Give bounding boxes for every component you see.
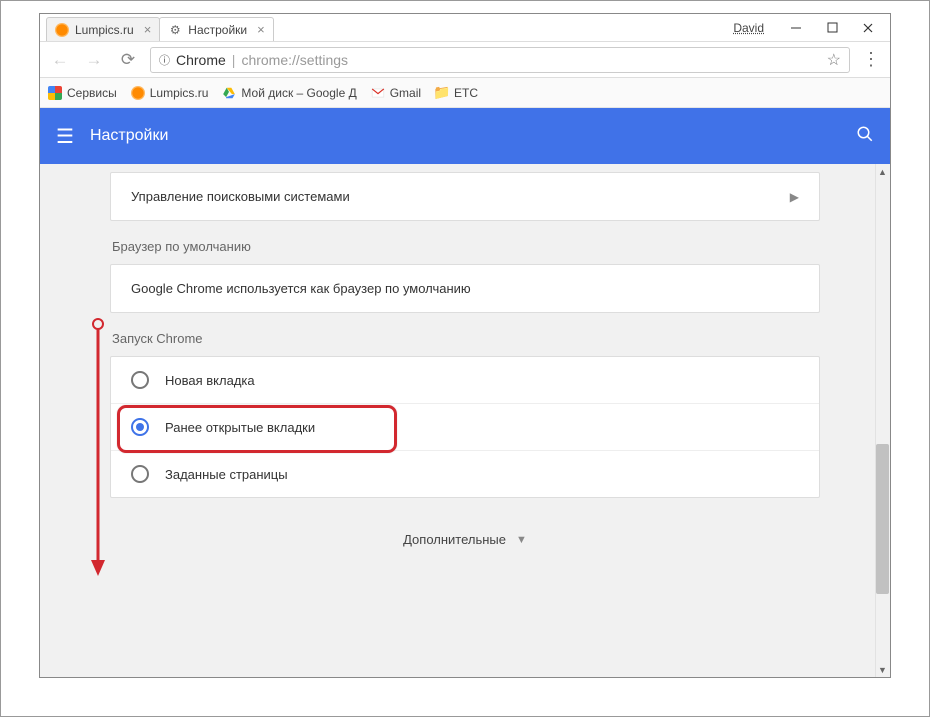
startup-option-continue[interactable]: Ранее открытые вкладки bbox=[111, 403, 819, 450]
tab-strip: Lumpics.ru × ⚙ Настройки × bbox=[40, 14, 273, 41]
site-info-icon[interactable]: ⓘ bbox=[159, 52, 170, 68]
scroll-up-icon[interactable]: ▲ bbox=[875, 164, 890, 179]
advanced-toggle[interactable]: Дополнительные ▼ bbox=[110, 510, 820, 569]
tab-close-icon[interactable]: × bbox=[257, 22, 265, 37]
bookmark-star-icon[interactable]: ☆ bbox=[827, 50, 841, 70]
page-content: ☰ Настройки Управление поисковыми систем… bbox=[40, 108, 890, 677]
drive-icon bbox=[222, 86, 236, 100]
bookmark-drive[interactable]: Мой диск – Google Д bbox=[222, 86, 356, 100]
close-icon bbox=[862, 22, 874, 34]
minimize-icon bbox=[790, 22, 802, 34]
maximize-icon bbox=[827, 22, 838, 33]
reload-button[interactable]: ⟳ bbox=[116, 50, 140, 70]
address-bar[interactable]: ⓘ Chrome | chrome://settings ☆ bbox=[150, 47, 850, 73]
back-button[interactable]: ← bbox=[48, 50, 72, 70]
scrollbar-thumb[interactable] bbox=[876, 444, 889, 594]
profile-label[interactable]: David bbox=[733, 21, 764, 35]
scrollbar[interactable]: ▲ ▼ bbox=[875, 164, 890, 677]
bookmark-etc[interactable]: 📁 ETC bbox=[435, 86, 478, 100]
status-text: Google Chrome используется как браузер п… bbox=[131, 281, 471, 296]
section-default-browser: Браузер по умолчанию bbox=[112, 239, 820, 254]
radio-icon[interactable] bbox=[131, 418, 149, 436]
default-browser-status: Google Chrome используется как браузер п… bbox=[111, 265, 819, 312]
bookmark-label: Сервисы bbox=[67, 86, 117, 100]
tab-settings[interactable]: ⚙ Настройки × bbox=[159, 17, 273, 41]
chevron-right-icon: ▶ bbox=[790, 190, 799, 204]
omnibox-separator: | bbox=[232, 52, 236, 68]
manage-search-engines-row[interactable]: Управление поисковыми системами ▶ bbox=[111, 173, 819, 220]
radio-label: Заданные страницы bbox=[165, 467, 288, 482]
annotation-arrow bbox=[88, 318, 108, 581]
titlebar-right: David bbox=[733, 14, 890, 42]
radio-icon[interactable] bbox=[131, 371, 149, 389]
bookmark-apps[interactable]: Сервисы bbox=[48, 86, 117, 100]
search-icon bbox=[856, 125, 874, 143]
bookmark-label: ETC bbox=[454, 86, 478, 100]
apps-icon bbox=[48, 86, 62, 100]
radio-label: Новая вкладка bbox=[165, 373, 255, 388]
bookmarks-bar: Сервисы Lumpics.ru Мой диск – Google Д G… bbox=[40, 78, 890, 108]
search-engines-card: Управление поисковыми системами ▶ bbox=[110, 172, 820, 221]
settings-body[interactable]: Управление поисковыми системами ▶ Браузе… bbox=[40, 164, 890, 677]
omnibox-origin: Chrome bbox=[176, 52, 226, 68]
advanced-label: Дополнительные bbox=[403, 532, 506, 547]
bookmark-gmail[interactable]: Gmail bbox=[371, 86, 421, 100]
window-maximize-button[interactable] bbox=[814, 14, 850, 42]
bookmark-label: Gmail bbox=[390, 86, 421, 100]
startup-option-specific-pages[interactable]: Заданные страницы bbox=[111, 450, 819, 497]
menu-button[interactable]: ☰ bbox=[56, 124, 74, 149]
tab-title: Lumpics.ru bbox=[75, 23, 134, 37]
startup-option-new-tab[interactable]: Новая вкладка bbox=[111, 357, 819, 403]
tab-lumpics[interactable]: Lumpics.ru × bbox=[46, 17, 160, 41]
appbar-title: Настройки bbox=[90, 127, 168, 145]
gmail-icon bbox=[371, 86, 385, 100]
row-label: Управление поисковыми системами bbox=[131, 189, 350, 204]
window-minimize-button[interactable] bbox=[778, 14, 814, 42]
window-close-button[interactable] bbox=[850, 14, 886, 42]
chevron-down-icon: ▼ bbox=[516, 534, 527, 546]
tab-close-icon[interactable]: × bbox=[144, 22, 152, 37]
bookmark-label: Lumpics.ru bbox=[150, 86, 209, 100]
omnibox-url: chrome://settings bbox=[241, 52, 348, 68]
radio-icon[interactable] bbox=[131, 465, 149, 483]
bookmark-lumpics[interactable]: Lumpics.ru bbox=[131, 86, 209, 100]
settings-appbar: ☰ Настройки bbox=[40, 108, 890, 164]
forward-button[interactable]: → bbox=[82, 50, 106, 70]
screenshot-frame: Lumpics.ru × ⚙ Настройки × David bbox=[0, 0, 930, 717]
favicon-lumpics-icon bbox=[55, 23, 69, 37]
lumpics-icon bbox=[131, 86, 145, 100]
search-button[interactable] bbox=[856, 125, 874, 148]
bookmark-label: Мой диск – Google Д bbox=[241, 86, 356, 100]
default-browser-card: Google Chrome используется как браузер п… bbox=[110, 264, 820, 313]
toolbar: ← → ⟳ ⓘ Chrome | chrome://settings ☆ ⋮ bbox=[40, 42, 890, 78]
browser-window: Lumpics.ru × ⚙ Настройки × David bbox=[39, 13, 891, 678]
titlebar: Lumpics.ru × ⚙ Настройки × David bbox=[40, 14, 890, 42]
folder-icon: 📁 bbox=[435, 86, 449, 100]
radio-label: Ранее открытые вкладки bbox=[165, 420, 315, 435]
on-startup-card: Новая вкладка Ранее открытые вкладки Зад… bbox=[110, 356, 820, 498]
favicon-gear-icon: ⚙ bbox=[168, 23, 182, 37]
scroll-down-icon[interactable]: ▼ bbox=[875, 662, 890, 677]
section-on-startup: Запуск Chrome bbox=[112, 331, 820, 346]
tab-title: Настройки bbox=[188, 23, 247, 37]
chrome-menu-button[interactable]: ⋮ bbox=[860, 49, 882, 70]
